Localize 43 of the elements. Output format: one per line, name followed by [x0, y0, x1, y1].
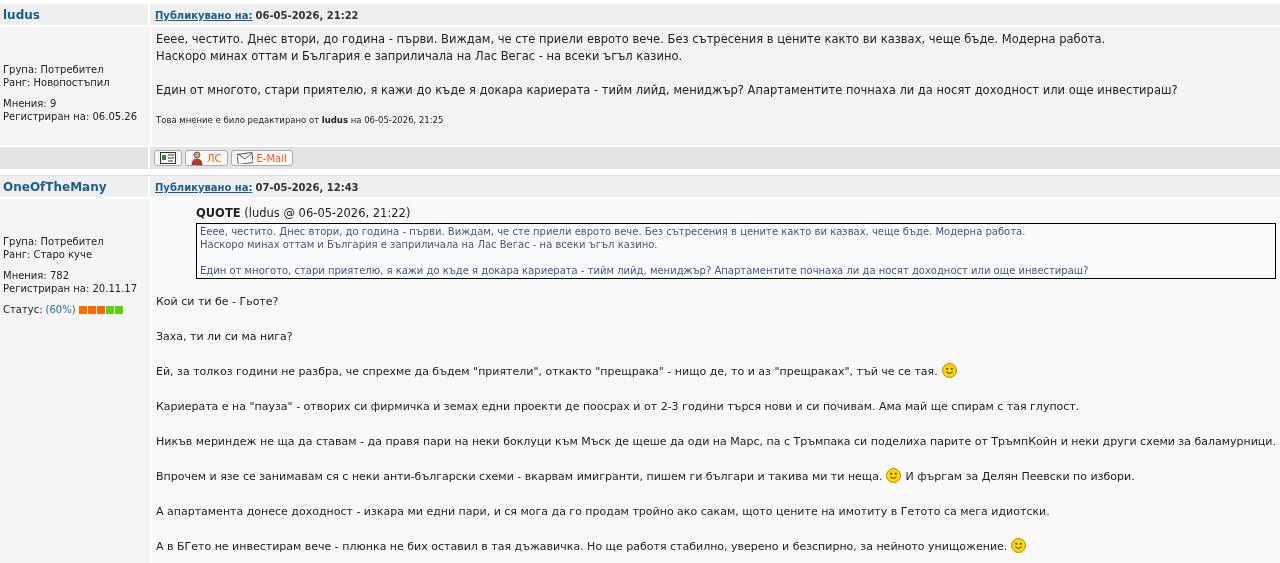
user-rank: Ранг: Старо куче: [3, 248, 94, 261]
quoted-text: Ееее, честито. Днес втори, до година - първи. Виждам, че сте приели еврото вече. Без сътресения в цените както ви казвах, чеще бъде. Модерна работа.: [200, 225, 1027, 238]
post-count: Мнения: 782: [3, 269, 70, 282]
post-text: А апартамента донесе доходност - изкара ми едни пари, и ся мога да го продам тройно ако сакам, щото цените на имотиту в Гетото са мега идиотски.: [156, 505, 1050, 518]
person-icon: [191, 151, 203, 165]
post-text: Никъв мериндеж не ща да ставам - да правя пари на неки боклуци към Мъск де щеше да оди на Марс, па с Тръмпака си поделиха парите от ТръмпКойн и неки други схеми за баламурници.: [156, 435, 1276, 448]
author-name[interactable]: ludus: [0, 4, 150, 25]
post-text: А в БГето не инвестирам вече - плюнка не бих оставил в тая дъжавичка. Но ще работя стабилно, уверено и безспирно, за нейното унищожение.: [156, 540, 1008, 553]
post-date: 06-05-2026, 21:22: [255, 9, 359, 23]
quote-title: QUOTE: [196, 206, 241, 220]
smiley-icon: [941, 363, 957, 378]
post-text: Един от многото, стари приятелю, я кажи до къде я докара кариерата - тийм лийд, мениджър? Апартаментите почнаха ли да носят доходност или още инвестираш?: [156, 82, 1179, 99]
smiley-icon: [886, 468, 902, 483]
user-rank: Ранг: Новопостъпил: [3, 76, 111, 89]
edit-note: Това мнение е било редактирано от ludus на 06-05-2026, 21:25: [156, 114, 445, 127]
post-text: Ееее, честито. Днес втори, до година - първи. Виждам, че сте приели еврото вече. Без сътресения в цените както ви казвах, чеще бъде. Модерна работа.: [156, 31, 1107, 48]
status-percent: (60%): [45, 303, 76, 316]
post-text: Наскоро минах оттам и България е заприличала на Лас Вегас - на всеки ъгъл казино.: [156, 48, 684, 65]
profile-button[interactable]: [154, 150, 182, 166]
post-text: И фъргам за Делян Пеевски по избори.: [905, 470, 1135, 483]
private-message-button[interactable]: ЛС: [185, 150, 228, 166]
post-text: Кариерата е на "пауза" - отворих си фирмичка и земах едни проекти де поосрах и от 2-3 години търся нови и си почивам. Ама май ще спирам с тая глупост.: [156, 400, 1080, 413]
post-text: Заха, ти ли си ма нига?: [156, 330, 293, 343]
post-date: 07-05-2026, 12:43: [255, 181, 359, 195]
post-permalink[interactable]: Публикувано на:: [155, 4, 253, 25]
envelope-icon: [236, 152, 253, 164]
post-text: Впрочем и язе се занимавам ся с неки анти-български схеми - вкарвам имигранти, пишем ги българи и такива ми ти неща.: [156, 470, 883, 483]
quoted-text: Наскоро минах оттам и България е заприличала на Лас Вегас - на всеки ъгъл казино.: [200, 238, 659, 251]
quoted-text: Един от многото, стари приятелю, я кажи до къде я докара кариерата - тийм лийд, мениджър? Апартаментите почнаха ли да носят доходност или още инвестираш?: [200, 264, 1090, 277]
post-text: Кой си ти бе - Гьоте?: [156, 295, 279, 308]
registration-date: Регистриран на: 06.05.26: [3, 110, 139, 123]
registration-date: Регистриран на: 20.11.17: [3, 282, 139, 295]
user-group: Група: Потребител: [3, 235, 147, 248]
profile-card-icon: [160, 152, 176, 164]
author-name[interactable]: OneOfTheMany: [0, 176, 150, 197]
post-count: Мнения: 9: [3, 97, 58, 110]
user-group: Група: Потребител: [3, 63, 147, 76]
quote-source: (ludus @ 06-05-2026, 21:22): [244, 206, 411, 220]
email-button[interactable]: E-Mail: [230, 150, 293, 166]
post-text: Ей, за толкоз години не разбра, че спрехме да бъдем "приятели", откакто "прещрака" - нищо де, то и аз "прещраках", тъй че се тая.: [156, 365, 938, 378]
status-label: Статус:: [3, 303, 43, 316]
smiley-icon: [1011, 538, 1027, 553]
post-permalink[interactable]: Публикувано на:: [155, 176, 253, 197]
